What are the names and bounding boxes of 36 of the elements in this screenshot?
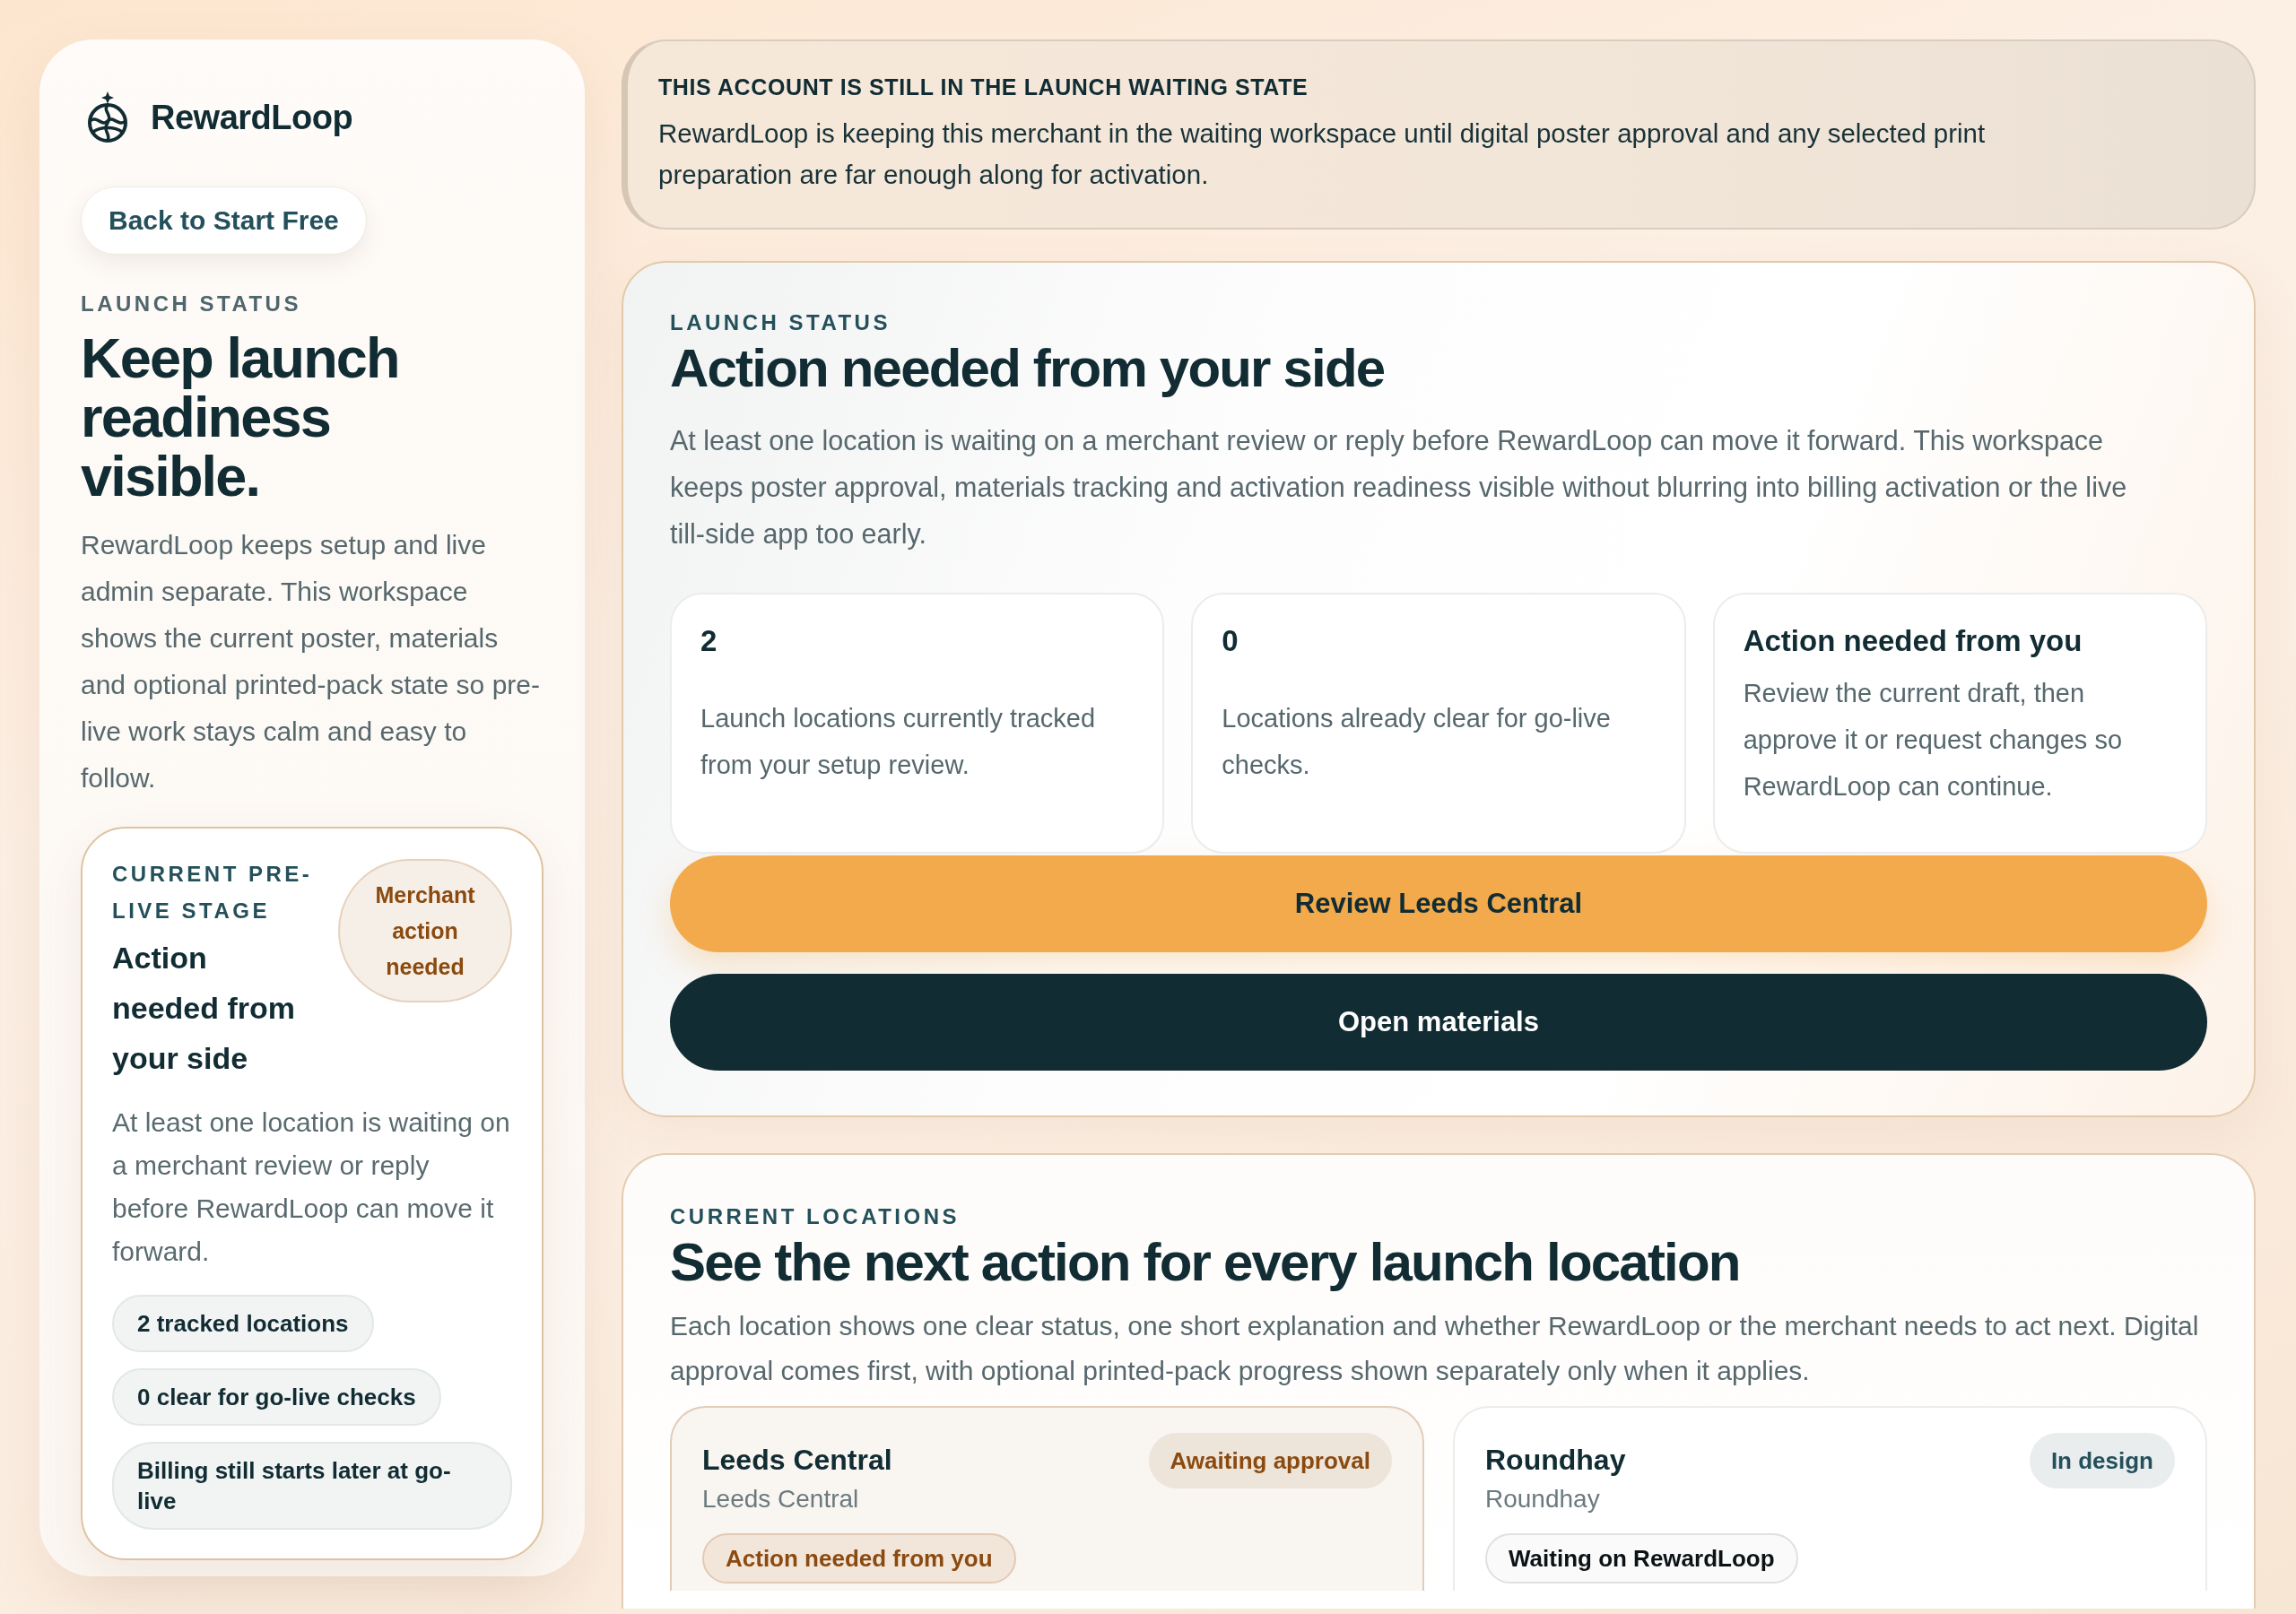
stage-badge: Merchant action needed (338, 859, 512, 1002)
status-badge: Awaiting approval (1148, 1433, 1392, 1488)
brand-name: RewardLoop (151, 98, 353, 137)
summary-chip: Billing still starts later at go-live (112, 1442, 512, 1530)
notice-title: THIS ACCOUNT IS STILL IN THE LAUNCH WAITING STATE (658, 74, 1309, 101)
section-label: CURRENT LOCATIONS (670, 1203, 961, 1230)
summary-chip: 2 tracked locations (112, 1295, 374, 1352)
summary-chip: 0 clear for go-live checks (112, 1368, 441, 1426)
stat-description: Review the current draft, then approve it or request changes so RewardLoop can continue. (1743, 678, 2124, 803)
stat-value: 0 (1222, 623, 1239, 659)
location-name: Leeds Central (702, 1443, 892, 1478)
review-button[interactable]: Review Leeds Central (670, 855, 2207, 952)
section-description: At least one location is waiting on a merchant review or reply before RewardLoop can move it forward. This workspace keeps poster approval, materials tracking and activation readiness visible without blurring into billing activation or the live till-side app too early. (670, 424, 2128, 551)
location-area: Roundhay (1485, 1481, 1600, 1517)
page-heading: Keep launch readiness visible. (81, 328, 400, 506)
status-badge: In design (2029, 1433, 2175, 1488)
stage-title: Action needed from your side (112, 940, 297, 1077)
next-step-tag: Waiting on RewardLoop (1485, 1533, 1798, 1584)
back-button[interactable]: Back to Start Free (81, 187, 367, 255)
stat-description: Locations already clear for go-live checks. (1222, 703, 1612, 781)
location-name: Roundhay (1485, 1443, 1626, 1478)
section-label: LAUNCH STATUS (670, 309, 891, 336)
notice-text: RewardLoop is keeping this merchant in the waiting workspace until digital poster approval and any selected print preparation are far enough along for activation. (658, 117, 1987, 191)
stage-label: CURRENT PRE-LIVE STAGE (112, 861, 314, 924)
section-label: LAUNCH STATUS (81, 291, 301, 317)
stat-value: Action needed from you (1743, 623, 2083, 659)
section-heading: Action needed from your side (670, 338, 1386, 399)
intro-text: RewardLoop keeps setup and live admin separate. This workspace shows the current poster, materials and optional printed-pack state so pre-live work stays calm and easy to follow. (81, 529, 541, 794)
next-step-tag: Action needed from you (702, 1533, 1016, 1584)
stat-value: 2 (700, 623, 718, 659)
stage-description: At least one location is waiting on a merchant review or reply before RewardLoop can move it forward. (112, 1106, 511, 1268)
section-description: Each location shows one clear status, one short explanation and whether RewardLoop or the merchant needs to act next. Digital approval comes first, with optional printed-pack progress shown separately only when it applies. (670, 1310, 2200, 1387)
location-area: Leeds Central (702, 1481, 859, 1517)
section-heading: See the next action for every launch location (670, 1232, 1741, 1293)
materials-button[interactable]: Open materials (670, 974, 2207, 1071)
stat-description: Launch locations currently tracked from your setup review. (700, 703, 1097, 781)
